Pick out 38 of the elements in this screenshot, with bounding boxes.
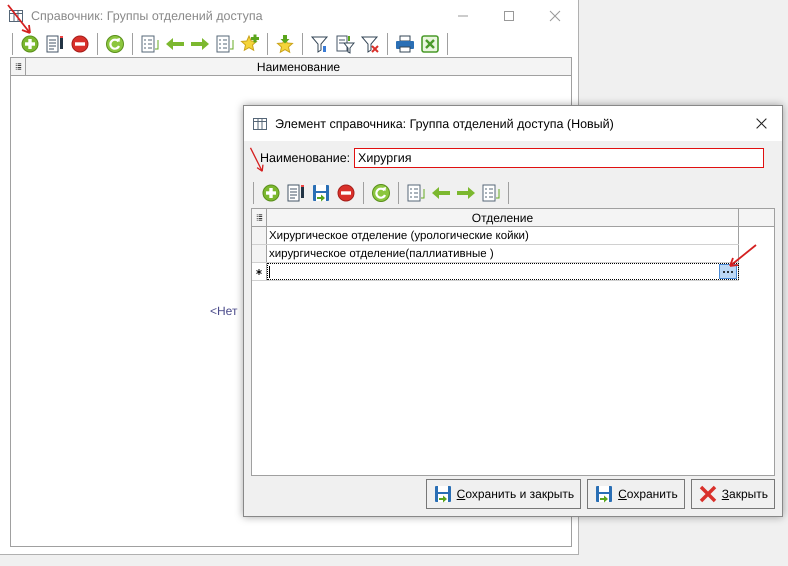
list-document-icon[interactable] <box>481 183 501 203</box>
filter-document-icon[interactable] <box>335 34 355 54</box>
plus-circle-icon[interactable] <box>20 34 40 54</box>
filter-icon[interactable] <box>310 34 330 54</box>
name-field[interactable]: Хирургия <box>354 148 764 168</box>
dialog-title: Элемент справочника: Группа отделений доступа (Новый) <box>275 116 615 130</box>
save-button[interactable]: Сохранить и закрыть <box>426 479 582 509</box>
list-icon[interactable] <box>14 62 22 71</box>
printer-icon[interactable] <box>395 34 415 54</box>
list-document-icon[interactable] <box>406 183 426 203</box>
save-button[interactable]: Сохранить <box>587 479 685 509</box>
document-pencil-icon[interactable] <box>286 183 306 203</box>
table-cell[interactable]: Хирургическое отделение (урологические койки) <box>267 227 739 244</box>
minus-circle-icon[interactable] <box>70 34 90 54</box>
filter-clear-icon[interactable] <box>360 34 380 54</box>
list-icon[interactable] <box>254 213 264 222</box>
list-document-icon[interactable] <box>140 34 160 54</box>
list-document-icon[interactable] <box>215 34 235 54</box>
empty-message: <Нет <box>210 304 238 318</box>
star-plus-icon[interactable] <box>240 34 260 54</box>
refresh-icon[interactable] <box>105 34 125 54</box>
window-title: Справочник: Группы отделений доступа <box>31 8 264 22</box>
field-label: Наименование: <box>260 151 352 165</box>
asterisk-icon <box>255 268 263 276</box>
document-pencil-icon[interactable] <box>45 34 65 54</box>
browse-button[interactable] <box>719 264 737 279</box>
close-button[interactable]: Закрыть <box>690 479 775 509</box>
table-cell[interactable]: хирургическое отделение(паллиативные ) <box>267 245 739 262</box>
star-down-icon[interactable] <box>275 34 295 54</box>
spreadsheet-x-icon[interactable] <box>420 34 440 54</box>
input-field[interactable] <box>267 263 739 280</box>
close-icon[interactable] <box>755 117 768 130</box>
plus-circle-icon[interactable] <box>261 183 281 203</box>
close-icon <box>698 484 718 504</box>
ellipsis-icon <box>722 270 734 274</box>
refresh-icon[interactable] <box>371 183 391 203</box>
minus-circle-icon[interactable] <box>336 183 356 203</box>
table-icon <box>252 116 268 132</box>
